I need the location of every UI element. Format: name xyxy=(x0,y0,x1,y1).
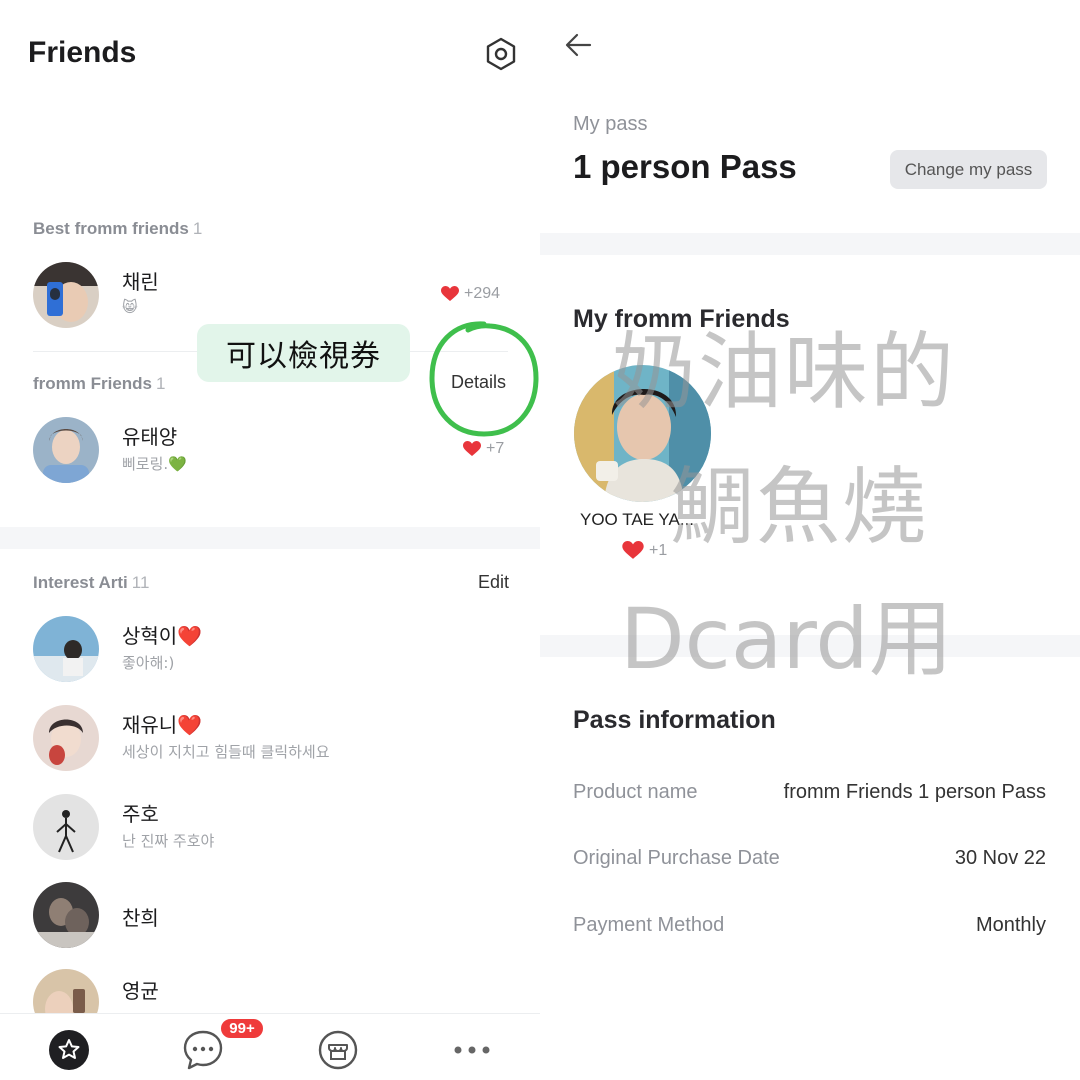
artist-name: 찬희 xyxy=(122,906,159,930)
interest-artists-count: 11 xyxy=(131,573,150,592)
store-icon[interactable] xyxy=(317,1029,359,1071)
interest-item[interactable]: 주호 난 진짜 주호야 xyxy=(33,794,523,864)
interest-artists-label: Interest Arti 11 xyxy=(33,573,150,592)
avatar xyxy=(33,262,99,328)
info-value: Monthly xyxy=(975,914,1046,936)
fromm-friends-label: fromm Friends 1 xyxy=(33,374,166,393)
interest-item[interactable]: 재유니❤️ 세상이 지치고 힘들때 클릭하세요 xyxy=(33,705,523,775)
interest-item[interactable]: 찬희 xyxy=(33,882,523,952)
best-friends-count: 1 xyxy=(192,219,203,238)
interest-item[interactable]: 상혁이❤️ 좋아해:) xyxy=(33,616,523,686)
star-icon[interactable] xyxy=(49,1030,89,1070)
edit-button[interactable]: Edit xyxy=(478,572,509,593)
info-key: Product name xyxy=(573,781,698,803)
best-friend-likes: +294 xyxy=(441,285,500,303)
heart-icon xyxy=(441,286,459,301)
avatar xyxy=(33,417,99,483)
settings-icon[interactable] xyxy=(484,37,518,71)
friend-avatar[interactable] xyxy=(574,365,711,502)
friend-name: YOO TAE YA... xyxy=(580,510,695,529)
section-divider xyxy=(540,635,1080,657)
unread-badge: 99+ xyxy=(219,1017,265,1040)
chat-bubble-icon[interactable] xyxy=(182,1029,224,1071)
heart-icon xyxy=(463,441,481,456)
avatar xyxy=(33,794,99,860)
back-arrow-icon[interactable] xyxy=(564,30,594,60)
artist-status: 난 진짜 주호야 xyxy=(122,832,215,850)
best-friends-label: Best fromm friends 1 xyxy=(33,219,203,238)
friend-likes: +7 xyxy=(463,440,504,458)
artist-status: 좋아해:) xyxy=(122,654,175,672)
my-friends-title: My fromm Friends xyxy=(573,305,790,333)
more-icon[interactable] xyxy=(452,1040,492,1060)
heart-icon xyxy=(622,541,644,559)
friend-name: 유태양 xyxy=(122,425,178,449)
friend-row[interactable]: 유태양 삐로링.💚 xyxy=(33,417,523,487)
pass-panel: My pass 1 person Pass Change my pass My … xyxy=(540,0,1080,1080)
section-divider xyxy=(0,527,540,549)
section-divider xyxy=(540,233,1080,255)
page-title: Friends xyxy=(28,36,137,69)
avatar xyxy=(33,705,99,771)
friend-status: 삐로링.💚 xyxy=(122,455,187,473)
info-key: Payment Method xyxy=(573,914,725,936)
fromm-friends-count: 1 xyxy=(156,374,166,393)
my-pass-label: My pass xyxy=(573,113,648,135)
avatar xyxy=(33,882,99,948)
friend-likes: +1 xyxy=(622,541,667,560)
info-value: fromm Friends 1 person Pass xyxy=(783,781,1046,803)
artist-status: 세상이 지치고 힘들때 클릭하세요 xyxy=(122,743,330,761)
artist-name: 주호 xyxy=(122,802,159,826)
friends-panel: Friends Best fromm friends 1 채린 😸 +294 fr… xyxy=(0,0,540,1080)
friend-status: 😸 xyxy=(122,298,138,316)
info-key: Original Purchase Date xyxy=(573,847,780,869)
annotation-bubble: 可以檢視券 xyxy=(197,324,410,382)
friend-name: 채린 xyxy=(122,270,159,294)
info-row-payment: Payment Method Monthly xyxy=(573,914,1046,944)
info-row-purchase-date: Original Purchase Date 30 Nov 22 xyxy=(573,847,1046,877)
artist-name: 상혁이❤️ xyxy=(122,624,203,648)
info-value: 30 Nov 22 xyxy=(954,847,1046,869)
avatar xyxy=(33,616,99,682)
change-pass-button[interactable]: Change my pass xyxy=(890,150,1047,189)
pass-info-title: Pass information xyxy=(573,706,776,734)
artist-name: 영균 xyxy=(122,979,159,1003)
pass-name: 1 person Pass xyxy=(573,148,797,185)
info-row-product: Product name fromm Friends 1 person Pass xyxy=(573,781,1046,811)
artist-name: 재유니❤️ xyxy=(122,713,203,737)
